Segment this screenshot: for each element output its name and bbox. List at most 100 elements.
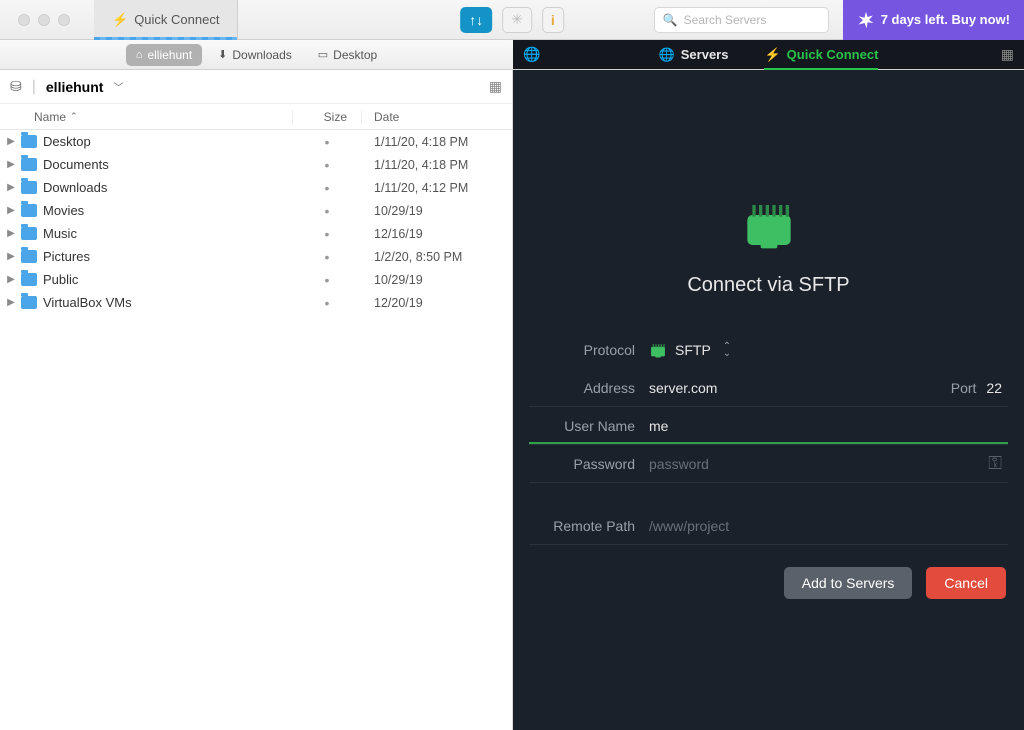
header-date[interactable]: Date <box>362 110 512 124</box>
table-row[interactable]: ▶Public•10/29/19 <box>0 268 512 291</box>
file-name: Public <box>43 272 292 287</box>
disk-icon[interactable]: ⛁ <box>10 78 22 95</box>
file-size: • <box>292 295 362 311</box>
zoom-window-button[interactable] <box>58 14 70 26</box>
folder-icon <box>21 273 37 286</box>
port-input[interactable]: 22 <box>986 380 1008 396</box>
local-browser: ⛁ | elliehunt ﹀ ▦ Name ⌃ Size Date ▶Desk… <box>0 70 513 730</box>
disclosure-triangle-icon[interactable]: ▶ <box>4 205 18 216</box>
tab-label: Quick Connect <box>134 12 219 27</box>
folder-icon <box>21 158 37 171</box>
folder-icon <box>21 250 37 263</box>
file-name: Documents <box>43 157 292 172</box>
toolbar-center: ↑↓ ✳ i <box>460 7 564 33</box>
protocol-select[interactable]: SFTP ⌃⌄ <box>649 342 1008 358</box>
cancel-button[interactable]: Cancel <box>926 567 1006 599</box>
folder-icon <box>21 204 37 217</box>
file-size: • <box>292 157 362 173</box>
label-remote-path: Remote Path <box>529 518 649 534</box>
file-size: • <box>292 249 362 265</box>
row-protocol: Protocol SFTP ⌃⌄ <box>529 331 1008 369</box>
address-input[interactable]: server.com <box>649 380 951 396</box>
breadcrumb-downloads[interactable]: ⬇ Downloads <box>208 44 302 66</box>
search-placeholder: Search Servers <box>684 13 767 27</box>
file-name: VirtualBox VMs <box>43 295 292 310</box>
file-name: Music <box>43 226 292 241</box>
location-row: ⛁ | elliehunt ﹀ ▦ <box>0 70 512 104</box>
tab-servers[interactable]: 🌐 Servers <box>659 47 729 63</box>
folder-icon <box>21 181 37 194</box>
minimize-window-button[interactable] <box>38 14 50 26</box>
sync-button[interactable]: ↑↓ <box>460 7 492 33</box>
table-row[interactable]: ▶VirtualBox VMs•12/20/19 <box>0 291 512 314</box>
label-port: Port <box>951 380 987 396</box>
file-date: 1/11/20, 4:18 PM <box>362 135 512 149</box>
label-address: Address <box>529 380 649 396</box>
label-username: User Name <box>529 418 649 434</box>
close-window-button[interactable] <box>18 14 30 26</box>
header-name[interactable]: Name ⌃ <box>0 110 292 124</box>
table-row[interactable]: ▶Movies•10/29/19 <box>0 199 512 222</box>
table-row[interactable]: ▶Documents•1/11/20, 4:18 PM <box>0 153 512 176</box>
folder-icon <box>21 227 37 240</box>
breadcrumb-home[interactable]: ⌂ elliehunt <box>126 44 202 66</box>
breadcrumb: ⌂ elliehunt ⬇ Downloads ▭ Desktop <box>0 40 513 69</box>
activity-button[interactable]: ✳ <box>502 7 532 33</box>
file-date: 10/29/19 <box>362 204 512 218</box>
username-input[interactable]: me <box>649 418 1008 434</box>
header-size[interactable]: Size <box>292 110 362 124</box>
table-row[interactable]: ▶ Downloads•1/11/20, 4:12 PM <box>0 176 512 199</box>
column-headers: Name ⌃ Size Date <box>0 104 512 130</box>
location-name[interactable]: elliehunt <box>46 79 104 95</box>
info-button[interactable]: i <box>542 7 564 33</box>
table-row[interactable]: ▶Music•12/16/19 <box>0 222 512 245</box>
burst-icon <box>857 11 875 29</box>
main: ⛁ | elliehunt ﹀ ▦ Name ⌃ Size Date ▶Desk… <box>0 70 1024 730</box>
ethernet-icon <box>742 200 796 250</box>
connect-form: Protocol SFTP ⌃⌄ Address server.com Port… <box>513 331 1024 545</box>
label-password: Password <box>529 456 649 472</box>
tab-quick-connect[interactable]: ⚡ Quick Connect <box>94 0 238 40</box>
remote-tabs-bar: 🌐 🌐 Servers ⚡ Quick Connect ▦ <box>513 40 1024 69</box>
search-servers-input[interactable]: 🔍 Search Servers <box>654 7 829 33</box>
desktop-icon: ▭ <box>318 48 328 61</box>
file-name: Downloads <box>43 180 292 195</box>
disclosure-triangle-icon[interactable]: ▶ <box>4 274 18 285</box>
globe-icon: 🌐 <box>659 47 675 63</box>
ethernet-icon <box>649 342 667 358</box>
file-date: 10/29/19 <box>362 273 512 287</box>
titlebar: ⚡ Quick Connect ↑↓ ✳ i 🔍 Search Servers … <box>0 0 1024 40</box>
table-row[interactable]: ▶Desktop•1/11/20, 4:18 PM <box>0 130 512 153</box>
trial-text: 7 days left. Buy now! <box>881 12 1010 27</box>
row-address: Address server.com Port 22 <box>529 369 1008 407</box>
disclosure-triangle-icon[interactable]: ▶ <box>4 159 18 170</box>
disclosure-triangle-icon[interactable]: ▶ <box>4 228 18 239</box>
row-password: Password password ⚿ <box>529 445 1008 483</box>
chevron-down-icon[interactable]: ﹀ <box>113 79 123 94</box>
tab-quick-connect-remote[interactable]: ⚡ Quick Connect <box>764 47 878 63</box>
disclosure-triangle-icon[interactable]: ▶ <box>4 251 18 262</box>
file-size: • <box>292 180 362 196</box>
password-input[interactable]: password <box>649 456 988 472</box>
disclosure-triangle-icon[interactable]: ▶ <box>4 297 18 308</box>
download-icon: ⬇ <box>218 48 227 61</box>
globe-icon[interactable]: 🌐 <box>523 46 540 63</box>
row-username: User Name me <box>529 407 1008 445</box>
file-name: Movies <box>43 203 292 218</box>
remote-path-input[interactable]: /www/project <box>649 518 1008 534</box>
folder-icon <box>21 296 37 309</box>
file-list: ▶Desktop•1/11/20, 4:18 PM▶Documents•1/11… <box>0 130 512 730</box>
bolt-icon: ⚡ <box>112 12 128 28</box>
row-remote-path: Remote Path /www/project <box>529 507 1008 545</box>
view-mode-icon[interactable]: ▦ <box>489 78 502 95</box>
trial-buy-banner[interactable]: 7 days left. Buy now! <box>843 0 1024 40</box>
table-row[interactable]: ▶Pictures•1/2/20, 8:50 PM <box>0 245 512 268</box>
disclosure-triangle-icon[interactable]: ▶ <box>4 182 18 193</box>
disclosure-triangle-icon[interactable]: ▶ <box>4 136 18 147</box>
add-to-servers-button[interactable]: Add to Servers <box>784 567 913 599</box>
file-date: 1/11/20, 4:12 PM <box>362 181 512 195</box>
key-icon[interactable]: ⚿ <box>988 453 1002 474</box>
grid-view-icon[interactable]: ▦ <box>1001 46 1014 63</box>
folder-icon <box>21 135 37 148</box>
breadcrumb-desktop[interactable]: ▭ Desktop <box>308 44 387 66</box>
